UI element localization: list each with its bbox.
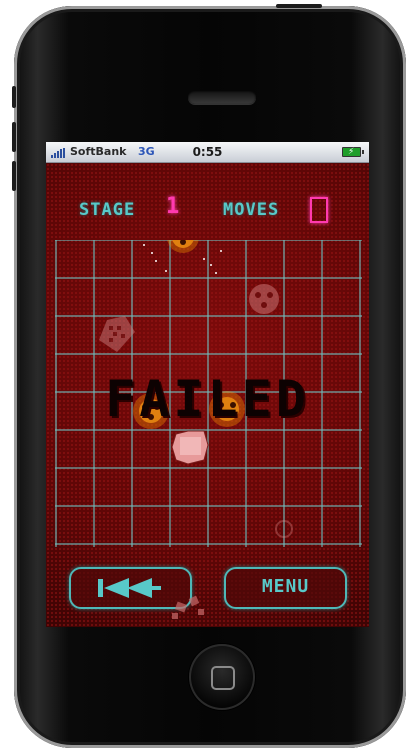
- faded-checker-block: [99, 316, 135, 352]
- home-button[interactable]: [189, 644, 255, 710]
- menu-button[interactable]: MENU: [224, 567, 347, 609]
- battery-charging-icon: ⚡: [342, 147, 364, 157]
- silent-switch: [12, 86, 16, 108]
- debris-particles: [172, 595, 204, 619]
- home-square-icon: [211, 666, 235, 690]
- bomb-orb-top: [167, 240, 199, 253]
- menu-button-label: MENU: [261, 576, 310, 597]
- status-time: 0:55: [192, 145, 223, 159]
- moves-label: MOVES: [223, 200, 280, 220]
- failed-message: FAILED: [105, 370, 310, 428]
- status-bar: SoftBank 3G 0:55 ⚡: [46, 142, 369, 163]
- earpiece-speaker: [188, 90, 256, 104]
- screen: SoftBank 3G 0:55 ⚡ STAGE 1 MOVES 0: [46, 142, 369, 627]
- faded-skull-piece: [249, 284, 279, 314]
- stage-label: STAGE: [79, 200, 136, 220]
- volume-down-button: [12, 161, 16, 191]
- player-block[interactable]: [171, 430, 209, 465]
- volume-up-button: [12, 122, 16, 152]
- game-board-area: STAGE 1 MOVES 0: [46, 163, 369, 627]
- stage-value: 1: [166, 194, 180, 219]
- sleep-button: [276, 4, 322, 8]
